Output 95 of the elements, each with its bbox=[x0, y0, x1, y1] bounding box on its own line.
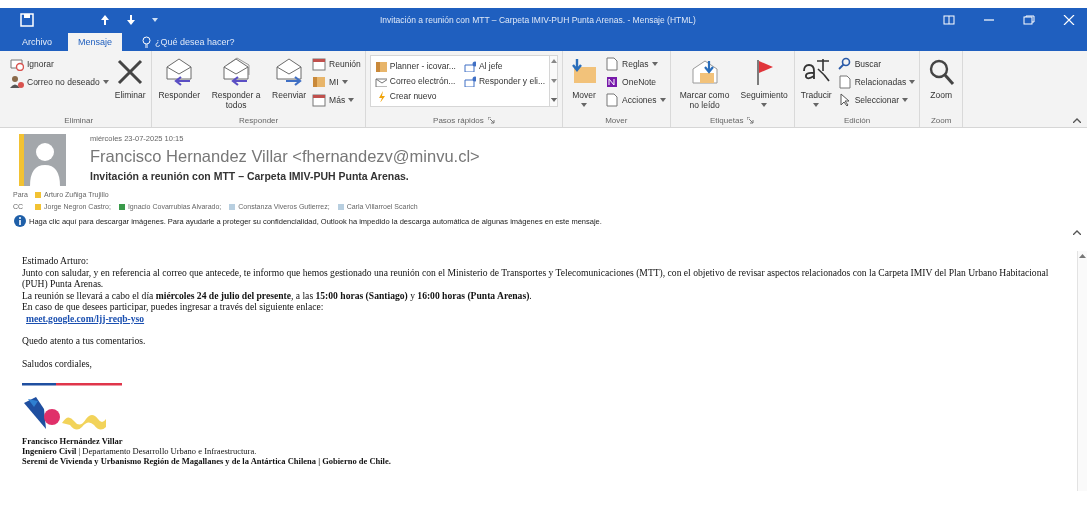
paragraph: Junto con saludar, y en referencia al correo que antecede, te informo que hemos gestionado una reunión con el Ministerio de Transportes y Telecomunicaciones (MTT), con el objetivo de revisar aspectos relacionados con la Carpeta IMIV del Plan Urbano Habitacional (PUH) Punta Arenas. bbox=[22, 266, 1050, 290]
ribbon-button[interactable]: Más bbox=[312, 93, 361, 107]
caret-icon bbox=[909, 80, 916, 84]
folder-icon bbox=[374, 59, 387, 72]
caret-icon bbox=[102, 80, 109, 84]
caret-icon bbox=[813, 102, 820, 107]
scroll-up-icon[interactable] bbox=[550, 59, 557, 63]
dialog-launcher-icon[interactable] bbox=[747, 117, 755, 124]
ribbon-options-icon[interactable] bbox=[943, 15, 955, 25]
group-label: Zoom bbox=[931, 116, 952, 125]
ribbon-button[interactable]: OneNote bbox=[605, 75, 666, 89]
group-label: Etiquetas bbox=[710, 116, 744, 125]
scroll-down-icon[interactable] bbox=[550, 78, 557, 83]
ribbon-button[interactable]: Reenviar bbox=[270, 55, 309, 103]
caret-icon bbox=[341, 80, 348, 84]
ribbon-button[interactable]: Eliminar bbox=[112, 55, 148, 103]
subject-line: Invitación a reunión con MTT – Carpeta IMIV-PUH Punta Arenas. bbox=[90, 170, 410, 182]
more-icon[interactable] bbox=[550, 98, 557, 103]
scroll-up-icon[interactable] bbox=[1079, 253, 1086, 258]
caret-icon bbox=[348, 98, 355, 102]
paragraph: Quedo atento a tus comentarios. bbox=[22, 335, 147, 347]
meeting-link[interactable]: meet.google.com/ljj-reqb-yso bbox=[26, 312, 145, 324]
quick-step[interactable]: Planner - icovar... bbox=[374, 58, 456, 73]
pointer-icon bbox=[837, 93, 852, 107]
quick-step[interactable]: Correo electrón... bbox=[374, 73, 456, 88]
ribbon-tab[interactable]: Mensaje bbox=[68, 33, 123, 51]
down-arrow-icon[interactable] bbox=[126, 14, 136, 26]
window-title: Invitación a reunión con MTT – Carpeta IMIV-PUH Punta Arenas. - Mensaje (HTML) bbox=[380, 15, 697, 25]
envelope-arrow-icon bbox=[221, 57, 252, 87]
search-icon bbox=[837, 57, 852, 71]
ribbon-button[interactable]: Marcar como no leído bbox=[674, 55, 735, 113]
signature-line: Seremi de Vivienda y Urbanismo Región de Magallanes y de la Antártica Chilena | Gobierno de Chile. bbox=[22, 456, 392, 466]
quick-step[interactable]: Responder y eli... bbox=[463, 73, 546, 88]
group-label: Eliminar bbox=[64, 116, 94, 125]
ribbon-tab[interactable]: Archivo bbox=[16, 34, 58, 51]
ribbon-button[interactable]: Responder a todos bbox=[206, 55, 267, 113]
lightbulb-icon bbox=[142, 36, 152, 48]
folder-icon bbox=[312, 75, 327, 89]
ribbon-button[interactable]: Seguimiento bbox=[738, 55, 790, 109]
group-label: Responder bbox=[239, 116, 279, 125]
avatar-icon bbox=[19, 134, 66, 186]
ribbon-button[interactable]: Ignorar bbox=[10, 57, 109, 71]
caret-icon[interactable] bbox=[152, 17, 158, 23]
calendar-icon bbox=[312, 57, 327, 71]
envelope-arrow-icon bbox=[274, 57, 305, 87]
envelope-icon bbox=[10, 57, 24, 71]
group-label: Mover bbox=[605, 116, 628, 125]
paragraph: La reunión se llevará a cabo el día miércoles 24 de julio del presente, a las 15:00 horas (Santiago) y 16:00 horas (Punta Arenas). bbox=[22, 289, 533, 301]
ribbon-button[interactable]: Correo no deseado bbox=[10, 75, 109, 89]
calendar-icon bbox=[312, 93, 327, 107]
caret-icon bbox=[659, 98, 666, 102]
ribbon-button[interactable]: Responder bbox=[156, 55, 203, 103]
signature-line: Francisco Hernández Villar bbox=[22, 436, 124, 446]
notebook-icon bbox=[605, 75, 620, 89]
scrollbar[interactable] bbox=[549, 55, 559, 107]
signature-line: Ingeniero Civil | Departamento Desarrollo Urbano e Infraestructura. bbox=[22, 446, 258, 456]
envelope-icon bbox=[463, 74, 476, 87]
envelope-icon bbox=[463, 59, 476, 72]
restore-icon[interactable] bbox=[1023, 15, 1035, 25]
ribbon-button[interactable]: Acciones bbox=[605, 93, 666, 107]
document-icon bbox=[837, 75, 852, 89]
dialog-launcher-icon[interactable] bbox=[487, 117, 495, 124]
collapse-ribbon-icon[interactable] bbox=[1073, 118, 1081, 123]
caret-icon bbox=[581, 102, 588, 107]
ribbon-button[interactable]: Reglas bbox=[605, 57, 666, 71]
document-icon bbox=[605, 57, 620, 71]
group-label: Edición bbox=[843, 116, 871, 125]
ribbon-button[interactable]: MI bbox=[312, 75, 361, 89]
ribbon-button[interactable]: Buscar bbox=[837, 57, 916, 71]
person-icon bbox=[10, 75, 24, 89]
caret-icon bbox=[651, 62, 658, 66]
document-icon bbox=[605, 93, 620, 107]
paragraph: Estimado Arturo: bbox=[22, 255, 90, 267]
collapse-header-icon[interactable] bbox=[1073, 229, 1081, 235]
caret-icon bbox=[761, 102, 768, 107]
sender-name: Francisco Hernandez Villar <fhernandezv@minvu.cl> bbox=[90, 147, 480, 166]
group-label: Pasos rápidos bbox=[433, 116, 484, 125]
ribbon-button[interactable]: Mover bbox=[567, 55, 602, 109]
scrollbar[interactable] bbox=[1077, 251, 1087, 491]
close-icon[interactable] bbox=[1063, 15, 1075, 25]
ribbon-button[interactable]: Seleccionar bbox=[837, 93, 916, 107]
ribbon-button[interactable]: Zoom bbox=[924, 55, 959, 103]
ribbon-button[interactable]: Relacionadas bbox=[837, 75, 916, 89]
paragraph: Saludos cordiales, bbox=[22, 357, 93, 369]
save-icon[interactable] bbox=[20, 13, 34, 27]
paragraph: En caso de que desees participar, puedes ingresar a través del siguiente enlace: bbox=[22, 301, 325, 313]
quick-step[interactable]: Al jefe bbox=[463, 58, 546, 73]
quick-step[interactable]: Crear nuevo bbox=[374, 88, 456, 103]
search-field[interactable]: ¿Qué desea hacer? bbox=[142, 36, 266, 48]
caret-icon bbox=[902, 98, 909, 102]
envelope-arrow-icon bbox=[164, 57, 195, 87]
ribbon-button[interactable]: Traducir bbox=[798, 55, 834, 109]
up-arrow-icon[interactable] bbox=[100, 14, 110, 26]
info-icon bbox=[14, 215, 26, 227]
ribbon-button[interactable]: Reunión bbox=[312, 57, 361, 71]
